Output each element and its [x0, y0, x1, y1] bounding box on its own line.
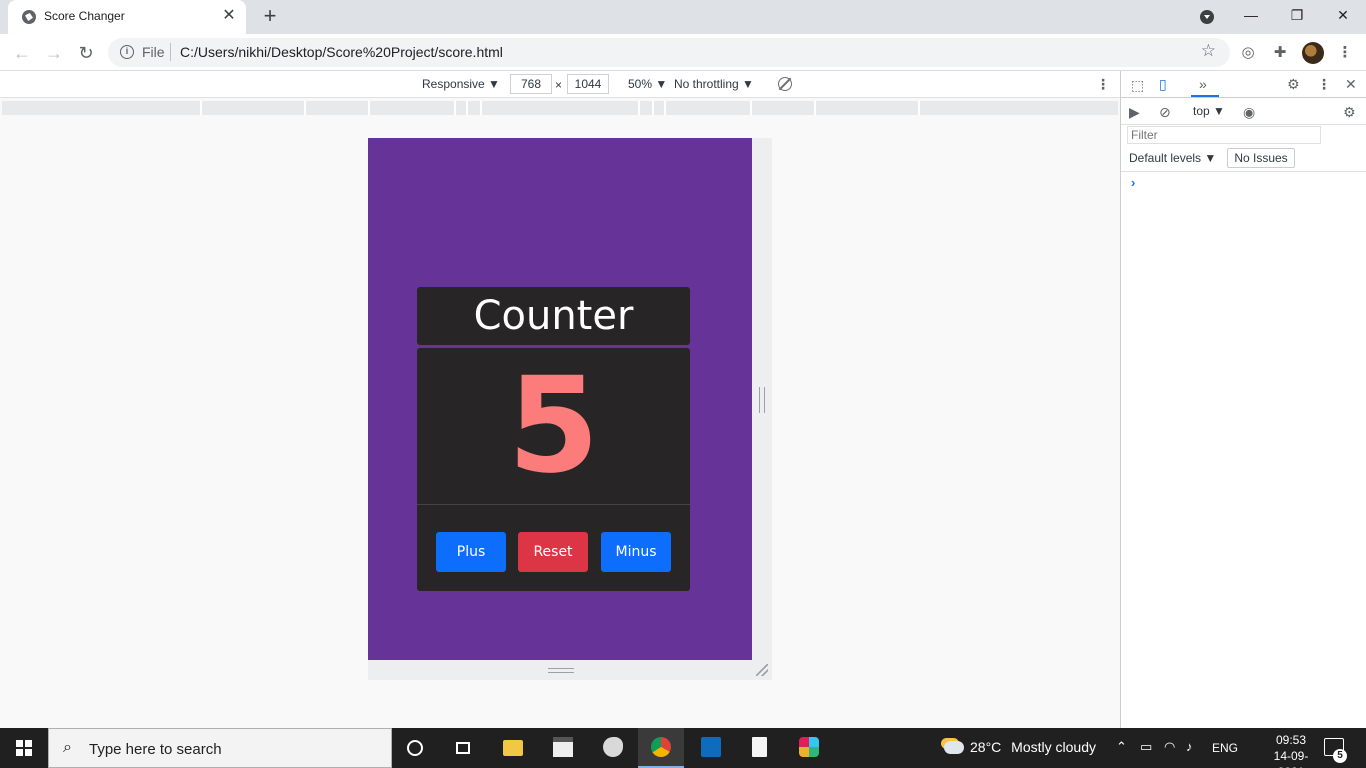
resize-handle-right[interactable]: [759, 387, 765, 413]
outlook-icon[interactable]: [688, 728, 734, 768]
tab-strip: Score Changer ✕ + — ❐ ✕: [0, 0, 1366, 34]
new-tab-button[interactable]: +: [258, 4, 282, 28]
issues-button[interactable]: No Issues: [1227, 148, 1295, 168]
width-input[interactable]: 768: [510, 74, 552, 94]
inspect-element-icon[interactable]: ⬚: [1131, 77, 1144, 93]
menu-kebab-icon[interactable]: ⋮: [1335, 43, 1355, 63]
devtools-menu-icon[interactable]: ⋮: [1317, 76, 1331, 92]
counter-header: Counter: [417, 287, 690, 345]
eye-icon[interactable]: ◉: [1243, 104, 1255, 120]
windows-start-icon[interactable]: [16, 740, 32, 756]
puzzle-icon[interactable]: ✚: [1270, 43, 1290, 63]
clear-console-icon[interactable]: ⊘: [1159, 104, 1171, 120]
info-icon[interactable]: i: [120, 45, 134, 59]
notepad-icon[interactable]: [736, 728, 782, 768]
globe-icon: [22, 10, 36, 24]
reload-icon[interactable]: ↻: [72, 39, 100, 67]
minimize-button[interactable]: —: [1228, 0, 1274, 32]
taskbar-search[interactable]: ⌕ Type here to search: [48, 728, 392, 768]
device-toggle-icon[interactable]: ▯: [1159, 76, 1167, 92]
resize-handle-bottom[interactable]: [548, 668, 574, 673]
divider: [1121, 171, 1366, 172]
device-select[interactable]: Responsive ▼: [422, 77, 500, 91]
height-input[interactable]: 1044: [567, 74, 609, 94]
wifi-icon[interactable]: ◠: [1164, 739, 1175, 755]
weather-text: Mostly cloudy: [1011, 739, 1096, 755]
sidebar-toggle-icon[interactable]: ▶: [1129, 104, 1140, 120]
reset-button[interactable]: Reset: [518, 532, 588, 572]
filter-input[interactable]: Filter: [1127, 126, 1321, 144]
scheme-label: File: [142, 44, 165, 60]
resize-handle-corner[interactable]: [756, 664, 768, 676]
chrome-icon[interactable]: [638, 728, 684, 768]
rotate-icon[interactable]: [778, 77, 792, 91]
weather-widget[interactable]: 28°C Mostly cloudy: [944, 739, 1096, 755]
device-menu-icon[interactable]: ⋮: [1096, 76, 1110, 93]
close-window-button[interactable]: ✕: [1320, 0, 1366, 32]
browser-toolbar: ← → ↻ i File C:/Users/nikhi/Desktop/Scor…: [0, 34, 1366, 71]
clock[interactable]: 09:53 14-09-2021: [1262, 732, 1320, 768]
url-text[interactable]: C:/Users/nikhi/Desktop/Score%20Project/s…: [180, 44, 503, 60]
console-settings-gear-icon[interactable]: ⚙: [1343, 104, 1356, 120]
close-devtools-icon[interactable]: ✕: [1345, 76, 1357, 92]
notification-badge: 5: [1333, 749, 1347, 763]
divider: [170, 43, 171, 61]
search-icon: ⌕: [63, 739, 72, 756]
cloud-icon: [944, 741, 964, 754]
minus-button[interactable]: Minus: [601, 532, 671, 572]
language-indicator[interactable]: ENG: [1212, 741, 1238, 755]
tab-title: Score Changer: [44, 9, 125, 23]
restore-button[interactable]: ❐: [1274, 0, 1320, 32]
throttling-select[interactable]: No throttling ▼: [674, 77, 754, 91]
counter-title: Counter: [473, 293, 634, 339]
console-prompt[interactable]: ›: [1131, 175, 1135, 190]
task-view-icon[interactable]: [440, 728, 486, 768]
chevron-up-icon[interactable]: ⌃: [1116, 739, 1127, 755]
address-bar[interactable]: i File C:/Users/nikhi/Desktop/Score%20Pr…: [108, 38, 1230, 67]
media-query-bar[interactable]: [2, 101, 1118, 115]
file-explorer-icon[interactable]: [490, 728, 536, 768]
browser-tab[interactable]: Score Changer ✕: [8, 0, 246, 34]
devtools-panel: ⬚ ▯ » ⚙ ⋮ ✕ ▶ ⊘ top ▼ ◉ ⚙ Filter Default…: [1120, 71, 1366, 728]
battery-icon[interactable]: ▭: [1140, 739, 1152, 755]
back-arrow-icon[interactable]: ←: [8, 39, 36, 67]
bookmark-star-icon[interactable]: ☆: [1201, 41, 1216, 61]
zoom-select[interactable]: 50% ▼: [628, 77, 667, 91]
volume-icon[interactable]: ♪: [1186, 739, 1193, 754]
date: 14-09-2021: [1273, 749, 1309, 768]
weather-temp: 28°C: [970, 739, 1002, 755]
profile-avatar[interactable]: [1302, 42, 1324, 64]
devtools-tabbar: ⬚ ▯ » ⚙ ⋮ ✕: [1121, 71, 1366, 98]
active-tab-indicator: [1191, 95, 1219, 97]
store-icon[interactable]: [540, 728, 586, 768]
console-toolbar: ▶ ⊘ top ▼ ◉ ⚙: [1121, 98, 1366, 125]
slack-icon[interactable]: [786, 728, 832, 768]
times-symbol: ×: [555, 78, 563, 92]
search-placeholder: Type here to search: [89, 741, 222, 758]
settings-gear-icon[interactable]: ⚙: [1287, 76, 1300, 92]
forward-arrow-icon[interactable]: →: [40, 39, 68, 67]
cortana-icon[interactable]: [392, 728, 438, 768]
paint-icon[interactable]: [590, 728, 636, 768]
more-tabs-icon[interactable]: »: [1199, 76, 1207, 92]
tab-search-icon[interactable]: [1200, 10, 1214, 24]
context-select[interactable]: top ▼: [1193, 104, 1225, 118]
windows-taskbar: ⌕ Type here to search 28°C Mostly cloudy…: [0, 728, 1366, 768]
tab-close-icon[interactable]: ✕: [220, 7, 238, 25]
plus-button[interactable]: Plus: [436, 532, 506, 572]
time: 09:53: [1275, 733, 1307, 747]
extension-icon[interactable]: ◎: [1238, 43, 1258, 63]
counter-card: 5 Plus Reset Minus: [417, 348, 690, 591]
device-toolbar: Responsive ▼ 768 × 1044 50% ▼ No throttl…: [0, 71, 1120, 98]
log-levels-select[interactable]: Default levels ▼: [1129, 151, 1216, 165]
card-divider: [417, 504, 690, 505]
counter-value: 5: [507, 349, 600, 503]
